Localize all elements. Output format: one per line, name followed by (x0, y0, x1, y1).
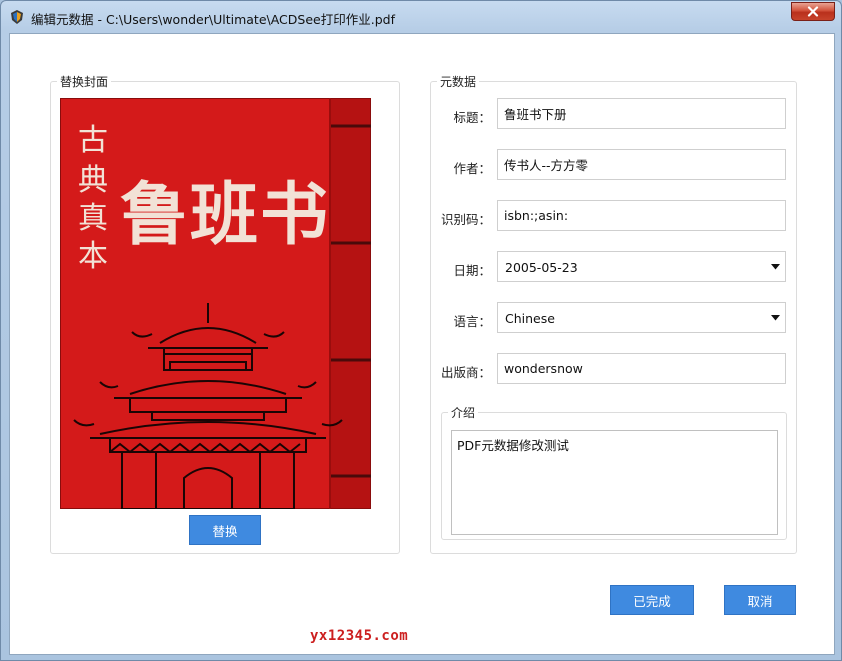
svg-text:本: 本 (78, 239, 108, 274)
svg-text:鲁: 鲁 (120, 176, 188, 255)
dialog-client-area: 替换封面 古 典 真 本 鲁 班 书 替换 元数据 标题： 鲁班书下册 作者： … (9, 33, 835, 655)
date-picker[interactable]: 2005-05-23 (497, 251, 786, 282)
cover-group-title: 替换封面 (57, 73, 112, 90)
dropdown-arrow-icon (771, 315, 780, 321)
title-input[interactable] (497, 98, 786, 129)
cancel-button[interactable]: 取消 (724, 585, 796, 615)
window-title: 编辑元数据 - C:\Users\wonder\Ultimate\ACDSee打… (31, 12, 395, 27)
app-icon (11, 10, 23, 24)
title-label: 标题： (453, 110, 491, 125)
svg-text:古: 古 (78, 123, 108, 158)
identifier-input[interactable] (497, 200, 786, 231)
identifier-label: 识别码： (440, 212, 491, 227)
svg-text:书: 书 (260, 176, 328, 255)
svg-text:真: 真 (78, 201, 108, 236)
language-label: 语言： (453, 314, 491, 329)
intro-groupbox: 介绍 PDF元数据修改测试 (441, 404, 787, 540)
date-label: 日期： (453, 263, 491, 278)
cover-main-title: 鲁 班 书 (120, 176, 328, 255)
edit-metadata-window: 编辑元数据 - C:\Users\wonder\Ultimate\ACDSee打… (0, 0, 842, 661)
date-value: 2005-05-23 (505, 260, 578, 275)
publisher-input[interactable] (497, 353, 786, 384)
dropdown-arrow-icon (771, 264, 780, 270)
intro-group-title: 介绍 (448, 404, 479, 421)
replace-cover-button[interactable]: 替换 (189, 515, 261, 545)
close-button[interactable] (791, 2, 835, 21)
author-input[interactable] (497, 149, 786, 180)
close-icon (807, 6, 819, 17)
metadata-groupbox: 元数据 标题： 作者： 识别码： 日期： 2005-05-23 语言： Chin… (430, 73, 797, 554)
done-button[interactable]: 已完成 (610, 585, 694, 615)
intro-textarea[interactable]: PDF元数据修改测试 (451, 430, 778, 535)
svg-text:典: 典 (78, 163, 108, 198)
title-bar[interactable]: 编辑元数据 - C:\Users\wonder\Ultimate\ACDSee打… (1, 1, 841, 33)
author-label: 作者： (453, 161, 491, 176)
svg-text:班: 班 (190, 176, 258, 255)
cover-image: 古 典 真 本 鲁 班 书 (60, 98, 371, 509)
language-value: Chinese (505, 311, 555, 326)
site-watermark: yx12345.com (310, 628, 409, 644)
metadata-group-title: 元数据 (437, 73, 480, 90)
cover-groupbox: 替换封面 古 典 真 本 鲁 班 书 替换 (50, 73, 400, 554)
language-select[interactable]: Chinese (497, 302, 786, 333)
publisher-label: 出版商： (440, 365, 491, 380)
